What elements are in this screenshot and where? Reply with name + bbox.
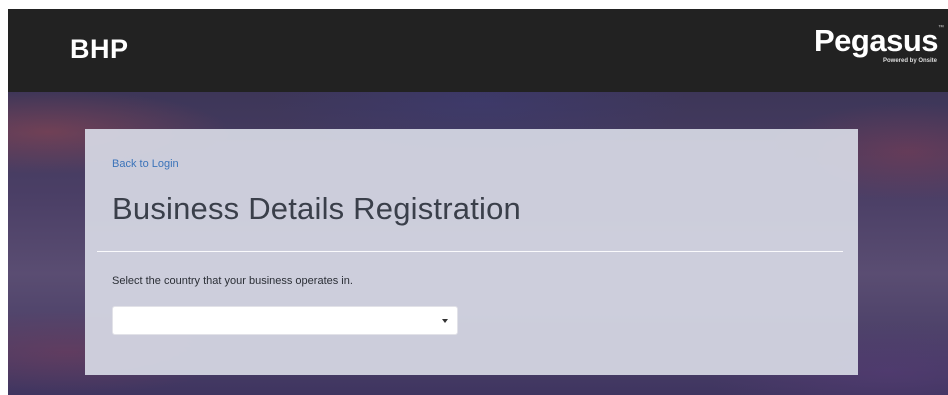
registration-panel: Back to Login Business Details Registrat…: [85, 129, 858, 375]
pegasus-logo: Pegasus ™ Powered by Onsite: [813, 23, 944, 65]
pegasus-logo-tagline: Powered by Onsite: [882, 58, 937, 64]
bhp-logo: BHP: [70, 34, 129, 64]
page-frame: BHP Pegasus ™ Powered by Onsite Back to …: [8, 9, 948, 395]
country-instruction-label: Select the country that your business op…: [112, 275, 353, 287]
trademark-mark: ™: [938, 25, 944, 31]
back-to-login-link[interactable]: Back to Login: [112, 158, 179, 170]
divider: [97, 251, 843, 252]
page-title: Business Details Registration: [112, 191, 521, 226]
country-select[interactable]: [112, 306, 458, 335]
chevron-down-icon: [442, 319, 448, 323]
top-bar: BHP Pegasus ™ Powered by Onsite: [8, 9, 948, 92]
pegasus-logo-name: Pegasus: [813, 23, 939, 58]
